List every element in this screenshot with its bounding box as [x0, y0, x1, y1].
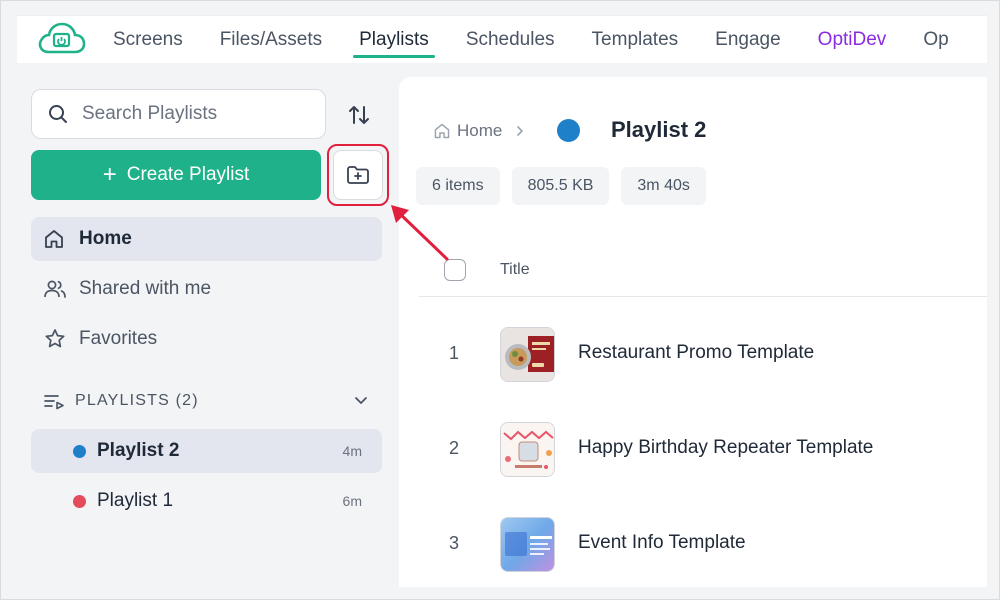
sidebar-item-label: Favorites	[79, 328, 158, 349]
create-playlist-label: Create Playlist	[126, 164, 250, 185]
playlist-duration: 4m	[342, 443, 362, 459]
plus-icon: +	[102, 161, 117, 188]
top-navigation: Screens Files/Assets Playlists Schedules…	[17, 15, 987, 63]
sidebar-item-shared[interactable]: Shared with me	[31, 267, 382, 311]
folder-plus-icon	[347, 166, 369, 184]
section-label: PLAYLISTS (2)	[75, 392, 199, 409]
nav-templates[interactable]: Templates	[592, 16, 679, 64]
nav-optidev[interactable]: OptiDev	[818, 16, 887, 64]
page-title[interactable]: Playlist 2	[611, 117, 706, 143]
playlist-color-dot	[73, 445, 86, 458]
nav-playlists[interactable]: Playlists	[353, 16, 435, 64]
table-row[interactable]: 2 Happy Birthday Repeater Template	[419, 420, 987, 480]
playlist-icon	[43, 392, 65, 410]
create-playlist-button[interactable]: + Create Playlist	[31, 150, 321, 200]
new-folder-button[interactable]	[333, 150, 383, 200]
sort-arrows-icon	[349, 106, 369, 124]
row-number: 2	[449, 438, 460, 458]
size-chip: 805.5 KB	[511, 167, 610, 205]
birthday-thumbnail-image	[500, 422, 555, 477]
search-icon	[49, 105, 67, 123]
sidebar-playlist-2[interactable]: Playlist 2 4m	[31, 429, 382, 473]
nav-engage[interactable]: Engage	[715, 16, 781, 64]
duration-chip: 3m 40s	[621, 167, 706, 205]
table-row[interactable]: 3 Event Info Template	[419, 515, 987, 575]
sidebar-playlist-1[interactable]: Playlist 1 6m	[31, 479, 382, 523]
home-icon	[433, 122, 451, 140]
sidebar: + Create Playlist Home Shared with me	[17, 77, 399, 587]
annotation-arrow-icon	[391, 205, 449, 261]
nav-schedules[interactable]: Schedules	[466, 16, 555, 64]
chevron-down-icon[interactable]	[352, 391, 370, 409]
nav-files-assets[interactable]: Files/Assets	[220, 16, 322, 64]
table-header: Title	[419, 255, 987, 297]
star-icon	[43, 327, 67, 351]
restaurant-thumbnail-image	[500, 327, 555, 382]
row-number: 1	[449, 343, 460, 363]
sort-button[interactable]	[345, 101, 373, 129]
main-panel: Home Playlist 2 6 items 805.5 KB 3m 40s …	[399, 77, 987, 587]
app-window: Screens Files/Assets Playlists Schedules…	[0, 0, 1000, 600]
search-box[interactable]	[31, 89, 326, 139]
event-thumbnail-image	[500, 517, 555, 572]
sidebar-item-favorites[interactable]: Favorites	[31, 317, 382, 361]
playlist-color-dot	[73, 495, 86, 508]
row-title[interactable]: Restaurant Promo Template	[578, 342, 814, 364]
sidebar-item-home[interactable]: Home	[31, 217, 382, 261]
home-icon	[43, 227, 67, 251]
playlist-label: Playlist 1	[97, 490, 174, 511]
users-icon	[43, 277, 67, 301]
playlist-label: Playlist 2	[97, 440, 180, 461]
table-row[interactable]: 1 Restaurant Promo Template	[419, 325, 987, 385]
playlist-duration: 6m	[342, 493, 362, 509]
sidebar-item-label: Shared with me	[79, 278, 212, 299]
playlist-color-dot[interactable]	[557, 119, 580, 142]
row-title[interactable]: Event Info Template	[578, 532, 746, 554]
playlist-stats: 6 items 805.5 KB 3m 40s	[416, 167, 718, 205]
search-input[interactable]	[82, 103, 302, 125]
row-number: 3	[449, 533, 460, 553]
nav-screens[interactable]: Screens	[113, 16, 183, 64]
playlists-section-header[interactable]: PLAYLISTS (2)	[31, 383, 382, 419]
sidebar-item-label: Home	[79, 228, 132, 249]
chevron-right-icon	[514, 124, 526, 138]
nav-more-truncated[interactable]: Op	[923, 16, 948, 64]
breadcrumb: Home	[433, 117, 526, 145]
column-title-header[interactable]: Title	[500, 261, 530, 279]
breadcrumb-home-link[interactable]: Home	[457, 121, 502, 141]
cloud-logo-icon[interactable]	[35, 20, 87, 60]
row-title[interactable]: Happy Birthday Repeater Template	[578, 437, 873, 459]
